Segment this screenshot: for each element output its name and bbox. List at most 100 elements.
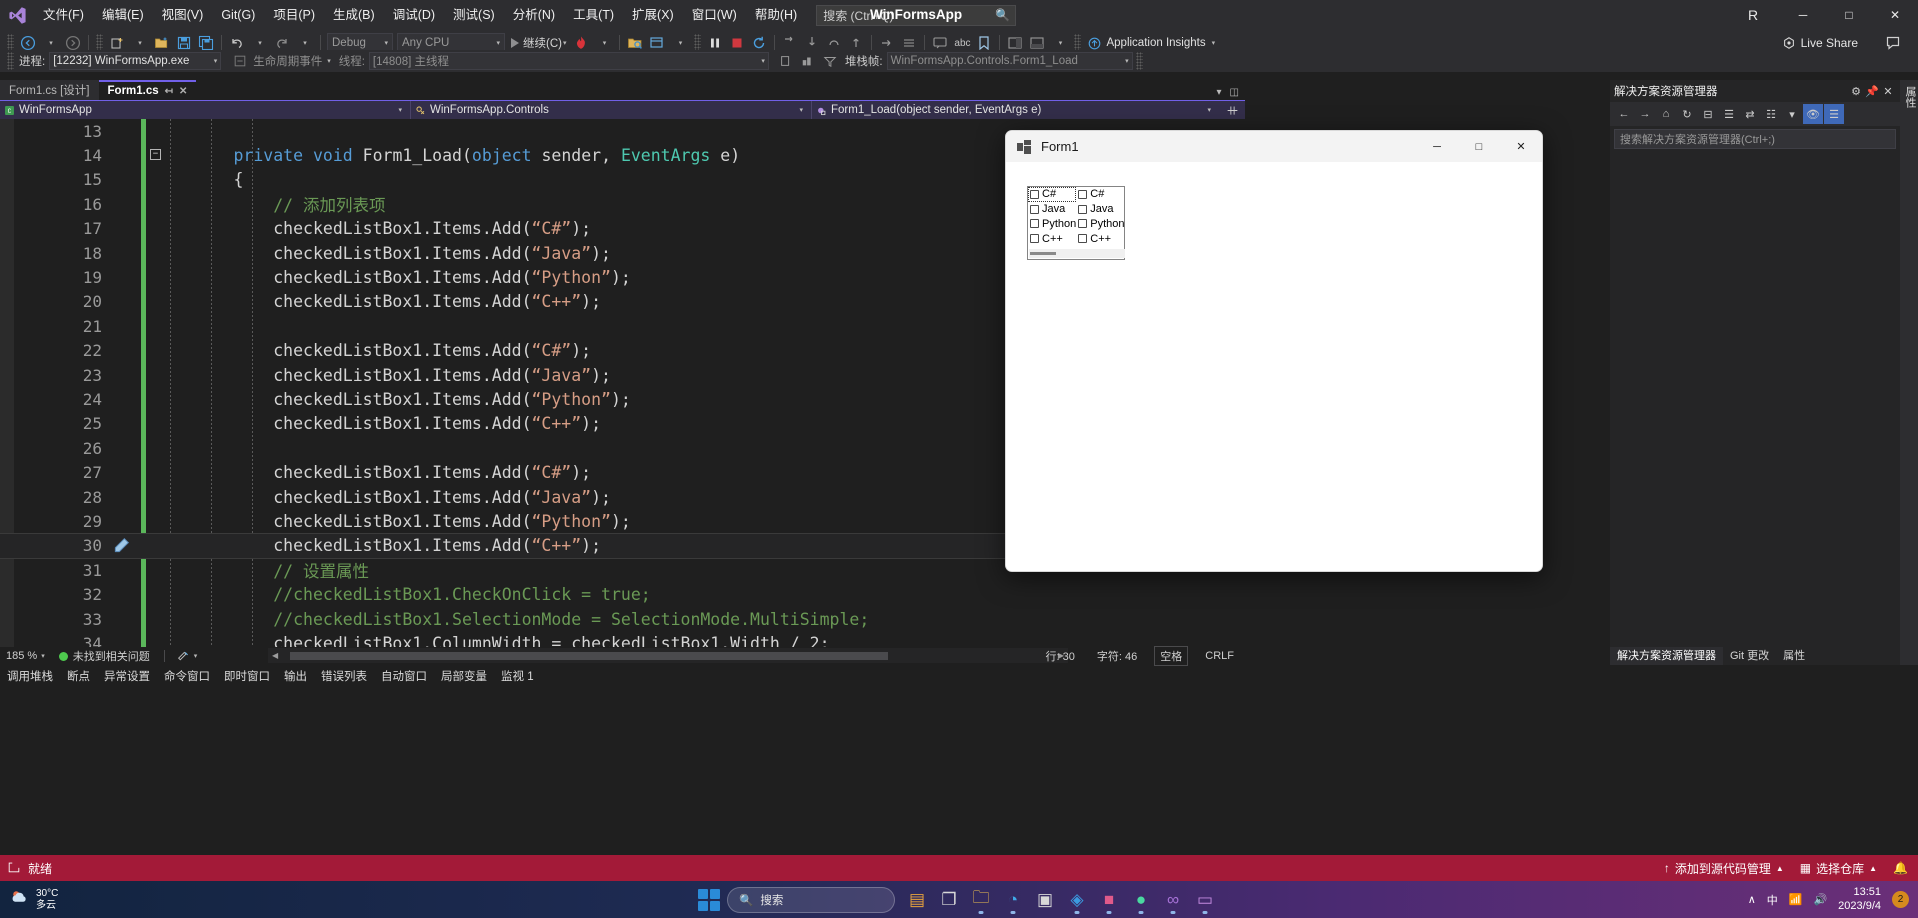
stack-frame-select[interactable]: WinFormsApp.Controls.Form1_Load ▾ bbox=[886, 52, 1133, 70]
debug-window-tab[interactable]: 断点 bbox=[60, 667, 97, 687]
menu-git[interactable]: Git(G) bbox=[212, 0, 264, 30]
taskbar-clock[interactable]: 13:51 2023/9/4 bbox=[1838, 886, 1881, 912]
tab-form1-cs[interactable]: Form1.cs ↤ ✕ bbox=[98, 80, 197, 100]
form1-title-bar[interactable]: Form1 ─ □ ✕ bbox=[1006, 131, 1542, 162]
checked-list-item[interactable]: Java bbox=[1076, 202, 1124, 217]
back-icon[interactable]: ← bbox=[1614, 104, 1634, 124]
photoshop-icon[interactable]: ■ bbox=[1094, 885, 1124, 915]
refresh-icon[interactable]: ↻ bbox=[1677, 104, 1697, 124]
close-icon[interactable]: ✕ bbox=[179, 86, 187, 97]
debug-window-tab[interactable]: 自动窗口 bbox=[374, 667, 434, 687]
checked-list-item[interactable]: C# bbox=[1076, 187, 1124, 202]
chevron-down-icon[interactable]: ▾ bbox=[327, 57, 331, 65]
collapse-all-icon[interactable]: ⊟ bbox=[1698, 104, 1718, 124]
notification-badge[interactable]: 2 bbox=[1892, 891, 1909, 908]
menu-extensions[interactable]: 扩展(X) bbox=[623, 0, 683, 30]
solution-explorer-search-input[interactable]: 搜索解决方案资源管理器(Ctrl+;) bbox=[1614, 129, 1896, 149]
show-hidden-icons[interactable]: ∧ bbox=[1748, 893, 1756, 906]
home-icon[interactable]: ⌂ bbox=[1656, 104, 1676, 124]
pin-icon[interactable]: ↤ bbox=[165, 86, 173, 97]
code-cleanup-control[interactable]: ▾ bbox=[171, 650, 204, 663]
store-icon[interactable]: ▣ bbox=[1030, 885, 1060, 915]
checked-list-hscrollbar[interactable] bbox=[1029, 249, 1125, 258]
checkbox[interactable] bbox=[1078, 219, 1088, 229]
stack-frame-filter-icon[interactable] bbox=[819, 50, 841, 72]
menu-help[interactable]: 帮助(H) bbox=[746, 0, 806, 30]
application-insights-button[interactable]: Application Insights ▾ bbox=[1084, 37, 1219, 50]
network-icon[interactable]: 📶 bbox=[1789, 893, 1803, 906]
bell-icon[interactable]: 🔔 bbox=[1893, 861, 1908, 875]
form1-maximize-button[interactable]: □ bbox=[1458, 131, 1500, 162]
checkbox[interactable] bbox=[1030, 189, 1039, 199]
debug-window-tab[interactable]: 调用堆栈 bbox=[0, 667, 60, 687]
form1-minimize-button[interactable]: ─ bbox=[1416, 131, 1458, 162]
zoom-level-control[interactable]: 185 % ▾ bbox=[0, 650, 51, 662]
menu-analyze[interactable]: 分析(N) bbox=[504, 0, 564, 30]
filter-icon[interactable]: ☰ bbox=[1824, 104, 1844, 124]
editor-horizontal-scrollbar[interactable]: ◀ ▶ bbox=[268, 648, 1068, 663]
menu-tools[interactable]: 工具(T) bbox=[564, 0, 623, 30]
gear-icon[interactable]: ⚙ bbox=[1848, 83, 1864, 99]
checked-list-item[interactable]: Python bbox=[1076, 217, 1125, 232]
process-select[interactable]: [12232] WinFormsApp.exe ▾ bbox=[49, 52, 222, 70]
menu-edit[interactable]: 编辑(E) bbox=[93, 0, 153, 30]
window-maximize-button[interactable]: □ bbox=[1826, 0, 1872, 30]
volume-icon[interactable]: 🔊 bbox=[1813, 893, 1827, 906]
preview-icon[interactable]: 👁 bbox=[1803, 104, 1823, 124]
tab-form1-designer[interactable]: Form1.cs [设计] bbox=[0, 80, 99, 100]
sol-tab-solution-explorer[interactable]: 解决方案资源管理器 bbox=[1610, 647, 1723, 665]
scroll-left-icon[interactable]: ◀ bbox=[272, 651, 278, 660]
sol-tab-git-changes[interactable]: Git 更改 bbox=[1723, 647, 1776, 665]
breadcrumb-type[interactable]: WinFormsApp.Controls ▾ bbox=[411, 101, 811, 120]
fold-collapse-icon[interactable]: − bbox=[150, 149, 161, 161]
pin-icon[interactable]: 📌 bbox=[1864, 83, 1880, 99]
code-line[interactable]: 32 //checkedListBox1.CheckOnClick = true… bbox=[0, 582, 1225, 606]
split-editor-icon[interactable] bbox=[1219, 104, 1245, 117]
checkbox[interactable] bbox=[1078, 189, 1088, 199]
properties-dropdown-icon[interactable]: ▾ bbox=[1782, 104, 1802, 124]
toolbar-grip[interactable] bbox=[1135, 52, 1143, 70]
vscode-icon[interactable]: ◈ bbox=[1062, 885, 1092, 915]
debug-window-tab[interactable]: 异常设置 bbox=[97, 667, 157, 687]
vertical-tab-properties[interactable]: 属性 bbox=[1900, 80, 1918, 114]
window-minimize-button[interactable]: ─ bbox=[1780, 0, 1826, 30]
debug-window-tab[interactable]: 错误列表 bbox=[314, 667, 374, 687]
toolbar-grip[interactable] bbox=[7, 52, 14, 70]
weather-widget[interactable]: 30°C 多云 bbox=[0, 888, 58, 912]
checked-list-item[interactable]: C++ bbox=[1076, 231, 1124, 246]
checked-list-box[interactable]: C# Java Python C++ C# Java Python C++ bbox=[1027, 186, 1125, 260]
menu-build[interactable]: 生成(B) bbox=[324, 0, 384, 30]
code-line[interactable]: 33 //checkedListBox1.SelectionMode = Sel… bbox=[0, 607, 1225, 631]
live-share-button[interactable]: Live Share bbox=[1782, 36, 1858, 50]
menu-project[interactable]: 项目(P) bbox=[264, 0, 324, 30]
checked-list-item[interactable]: Python bbox=[1028, 217, 1076, 232]
checked-list-item[interactable]: C++ bbox=[1028, 231, 1076, 246]
wegame-icon[interactable]: ● bbox=[1126, 885, 1156, 915]
checked-list-item[interactable]: Java bbox=[1028, 202, 1076, 217]
sol-tab-properties[interactable]: 属性 bbox=[1776, 647, 1812, 665]
form1-close-button[interactable]: ✕ bbox=[1500, 131, 1542, 162]
close-icon[interactable]: ✕ bbox=[1880, 83, 1896, 99]
checked-list-item[interactable]: C# bbox=[1028, 187, 1077, 202]
debug-window-tab[interactable]: 命令窗口 bbox=[157, 667, 217, 687]
windows-start-icon[interactable] bbox=[698, 888, 720, 911]
menu-test[interactable]: 测试(S) bbox=[444, 0, 504, 30]
checkbox[interactable] bbox=[1030, 204, 1039, 214]
bookmark-icon[interactable] bbox=[112, 537, 130, 553]
debug-window-tab[interactable]: 即时窗口 bbox=[217, 667, 277, 687]
hscrollbar-thumb[interactable] bbox=[290, 652, 888, 660]
menu-window[interactable]: 窗口(W) bbox=[683, 0, 746, 30]
lifecycle-events-icon[interactable] bbox=[229, 50, 251, 72]
edge-icon[interactable]: ◔ bbox=[998, 885, 1028, 915]
sync-icon[interactable]: ⇄ bbox=[1740, 104, 1760, 124]
menu-file[interactable]: 文件(F) bbox=[34, 0, 93, 30]
menu-debug[interactable]: 调试(D) bbox=[384, 0, 444, 30]
form1-window[interactable]: Form1 ─ □ ✕ C# Java Python C++ C# Java Python… bbox=[1005, 130, 1543, 572]
stack-frame-next-icon[interactable] bbox=[797, 50, 819, 72]
widgets-icon[interactable]: ▤ bbox=[902, 885, 932, 915]
checkbox[interactable] bbox=[1078, 204, 1088, 214]
debug-window-tab[interactable]: 局部变量 bbox=[434, 667, 494, 687]
breadcrumb-project[interactable]: C WinFormsApp ▾ bbox=[0, 101, 410, 120]
menu-view[interactable]: 视图(V) bbox=[153, 0, 213, 30]
line-ending-indicator[interactable]: CRLF bbox=[1200, 649, 1239, 663]
